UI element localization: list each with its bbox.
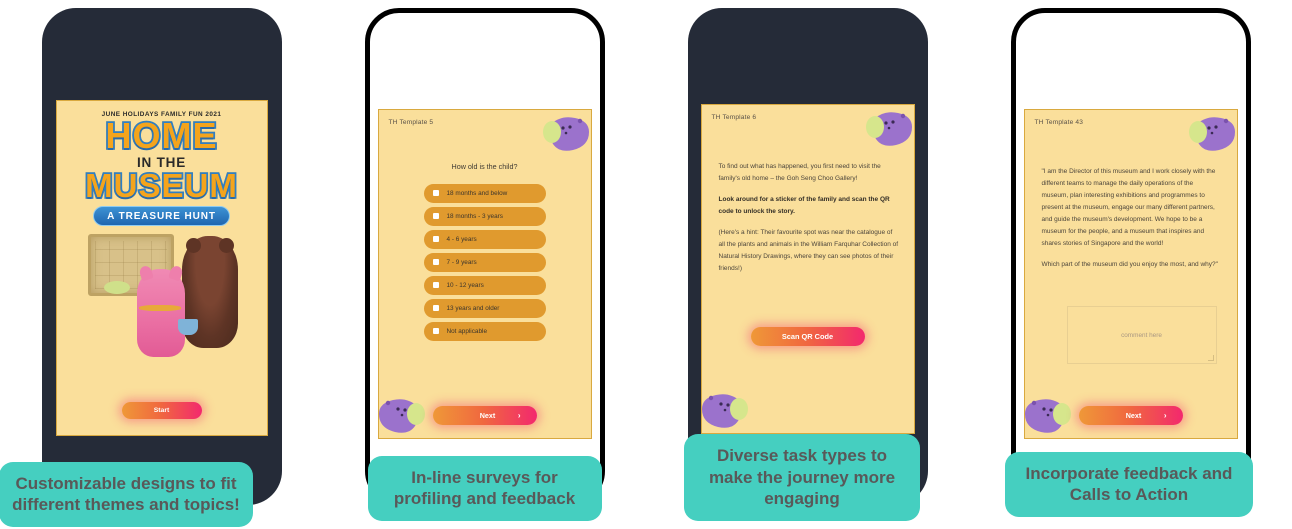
checkbox-icon[interactable] <box>432 305 439 312</box>
next-button-label: Next <box>479 411 496 420</box>
scan-qr-code-button[interactable]: Scan QR Code <box>750 327 865 346</box>
chevron-right-icon: › <box>517 410 521 420</box>
phone-frame-1: JUNE HOLIDAYS FAMILY FUN 2021 HOME IN TH… <box>41 8 282 505</box>
checkbox-icon[interactable] <box>432 236 439 243</box>
caption-inline-surveys: In-line surveys for profiling and feedba… <box>367 455 602 521</box>
comment-placeholder: comment here <box>1121 331 1162 339</box>
panel-inline-surveys: TH Template 5 How old is the child? 18 m… <box>323 0 646 529</box>
template-label-6: TH Template 6 <box>711 114 757 121</box>
survey-option-label: 18 months and below <box>446 189 508 197</box>
task-body-text: To find out what has happened, you first… <box>719 161 899 284</box>
checkbox-icon[interactable] <box>432 190 439 197</box>
next-button[interactable]: Next › <box>1078 406 1183 425</box>
checkbox-icon[interactable] <box>432 328 439 335</box>
director-quote: "I am the Director of this museum and I … <box>1041 168 1216 248</box>
purple-cat-mascot-icon-bottom <box>1024 399 1071 433</box>
phone-frame-3: TH Template 6 To find out what has happe… <box>687 8 928 505</box>
purple-cat-mascot-icon <box>1188 117 1235 151</box>
panel-incorporate-feedback: TH Template 43 "I am the Director of thi… <box>969 0 1292 529</box>
survey-option[interactable]: Not applicable <box>423 322 546 341</box>
survey-option-label: 4 - 6 years <box>446 235 477 243</box>
panel-diverse-task-types: TH Template 6 To find out what has happe… <box>646 0 969 529</box>
cover-illustration <box>82 232 242 358</box>
phone-showcase: JUNE HOLIDAYS FAMILY FUN 2021 HOME IN TH… <box>0 0 1292 529</box>
app-screen-task: TH Template 6 To find out what has happe… <box>700 104 915 434</box>
checkbox-icon[interactable] <box>432 259 439 266</box>
survey-options-list: 18 months and below 18 months - 3 years … <box>379 184 591 341</box>
caption-customizable-designs: Customizable designs to fit different th… <box>0 461 253 527</box>
checkbox-icon[interactable] <box>432 282 439 289</box>
app-screen-feedback: TH Template 43 "I am the Director of thi… <box>1023 109 1238 439</box>
survey-option-label: 18 months - 3 years <box>446 212 503 220</box>
survey-option[interactable]: 18 months and below <box>423 184 546 203</box>
purple-cat-mascot-icon <box>542 117 589 151</box>
purple-cat-mascot-icon-bottom <box>378 399 425 433</box>
survey-option[interactable]: 10 - 12 years <box>423 276 546 295</box>
pink-cat-character <box>136 269 185 358</box>
purple-cat-character <box>98 281 142 357</box>
survey-option-label: 13 years and older <box>446 304 500 312</box>
survey-option[interactable]: 7 - 9 years <box>423 253 546 272</box>
start-button[interactable]: Start <box>121 402 202 419</box>
survey-option-label: 10 - 12 years <box>446 281 484 289</box>
phone-frame-2: TH Template 5 How old is the child? 18 m… <box>364 8 605 505</box>
survey-question: How old is the child? <box>451 162 518 171</box>
cover-art: JUNE HOLIDAYS FAMILY FUN 2021 HOME IN TH… <box>57 101 267 435</box>
caption-diverse-task-types: Diverse task types to make the journey m… <box>684 434 920 521</box>
app-screen-survey: TH Template 5 How old is the child? 18 m… <box>377 109 592 439</box>
task-paragraph: To find out what has happened, you first… <box>718 163 881 183</box>
survey-option[interactable]: 18 months - 3 years <box>423 207 546 226</box>
purple-cat-mascot-icon-bottom <box>701 394 748 428</box>
cover-title-line3: MUSEUM <box>83 166 238 204</box>
comment-input[interactable]: comment here <box>1066 306 1217 364</box>
survey-option[interactable]: 4 - 6 years <box>423 230 546 249</box>
cover-title-line1: HOME <box>104 115 219 156</box>
panel-customizable-designs: JUNE HOLIDAYS FAMILY FUN 2021 HOME IN TH… <box>0 0 323 529</box>
collar-icon <box>138 305 181 312</box>
purple-cat-mascot-icon <box>865 112 912 146</box>
basket-icon <box>177 319 198 336</box>
task-paragraph-strong: Look around for a sticker of the family … <box>718 196 890 216</box>
next-button[interactable]: Next › <box>432 406 537 425</box>
survey-option-label: 7 - 9 years <box>446 258 477 266</box>
feedback-body-text: "I am the Director of this museum and I … <box>1042 166 1222 280</box>
template-label-5: TH Template 5 <box>388 119 434 126</box>
phone-frame-4: TH Template 43 "I am the Director of thi… <box>1010 8 1251 505</box>
checkbox-icon[interactable] <box>432 213 439 220</box>
caption-incorporate-feedback: Incorporate feedback and Calls to Action <box>1005 451 1253 517</box>
start-button-label: Start <box>153 407 170 414</box>
template-label-43: TH Template 43 <box>1034 119 1084 126</box>
chevron-right-icon: › <box>1163 410 1167 420</box>
scan-qr-code-label: Scan QR Code <box>781 332 834 341</box>
survey-option-label: Not applicable <box>446 327 488 335</box>
task-paragraph-hint: (Here's a hint: Their favourite spot was… <box>718 229 899 273</box>
feedback-question: Which part of the museum did you enjoy t… <box>1041 261 1218 269</box>
cover-ribbon: A TREASURE HUNT <box>93 206 230 227</box>
app-screen-cover: JUNE HOLIDAYS FAMILY FUN 2021 HOME IN TH… <box>55 100 268 436</box>
survey-option[interactable]: 13 years and older <box>423 299 546 318</box>
next-button-label: Next <box>1125 411 1142 420</box>
